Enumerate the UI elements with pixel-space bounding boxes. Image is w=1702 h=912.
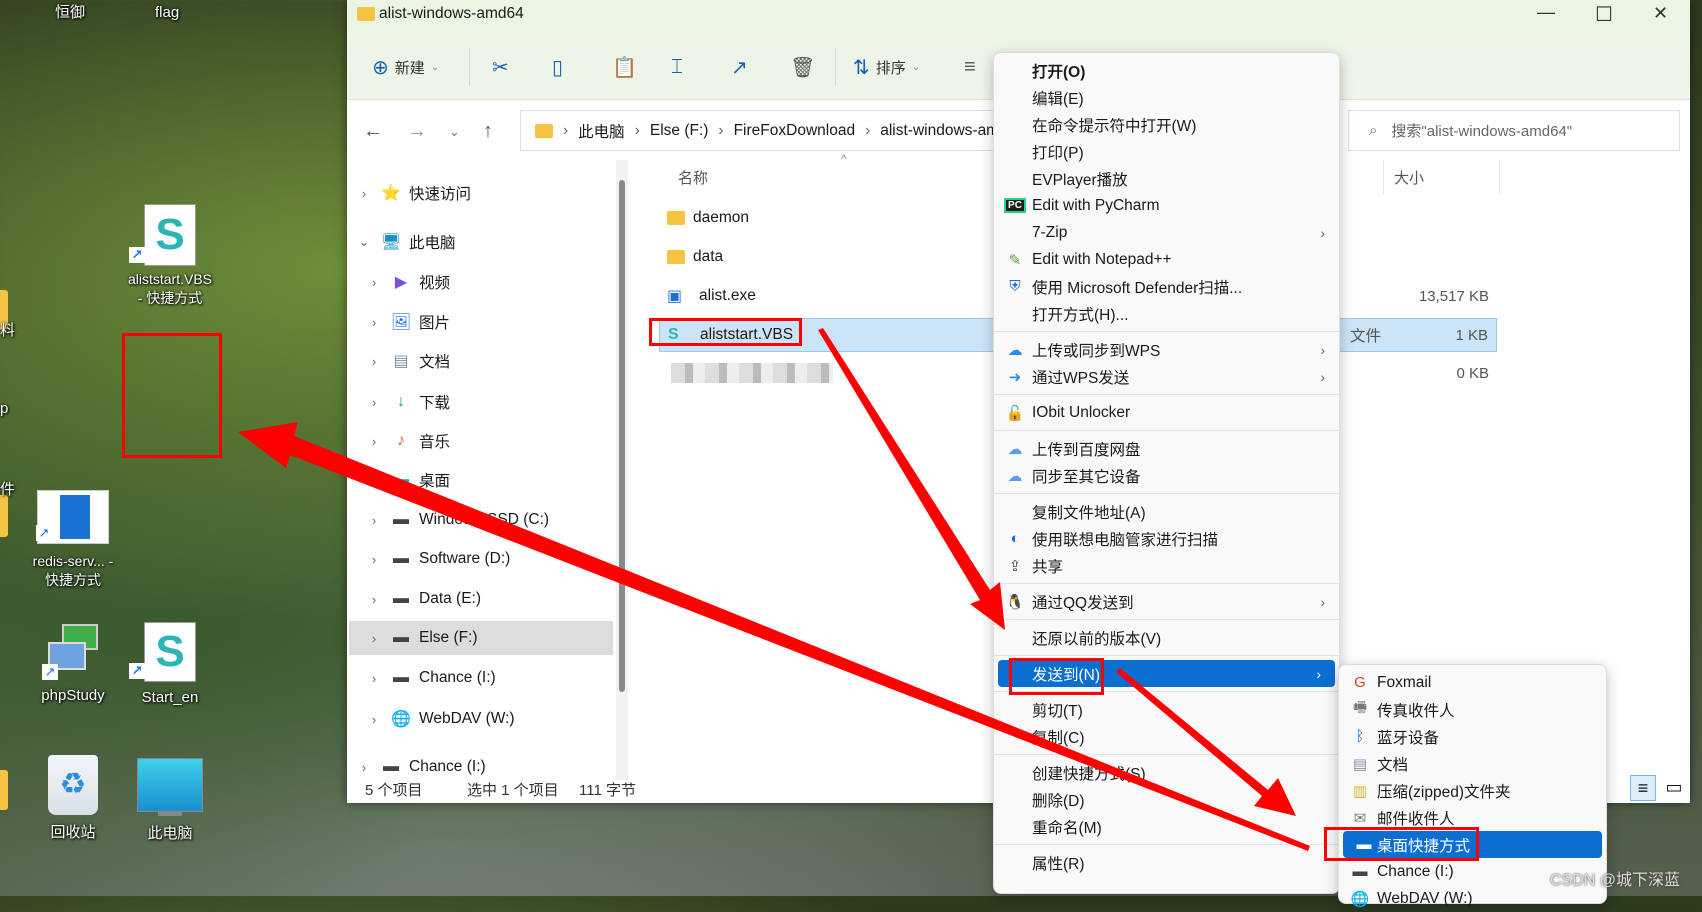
arrow-to-desktop-icon — [238, 422, 1310, 851]
arrow-to-send-to — [818, 328, 1005, 630]
arrow-to-desktop-shortcut — [1116, 668, 1296, 816]
annotation-arrows — [238, 328, 1310, 851]
